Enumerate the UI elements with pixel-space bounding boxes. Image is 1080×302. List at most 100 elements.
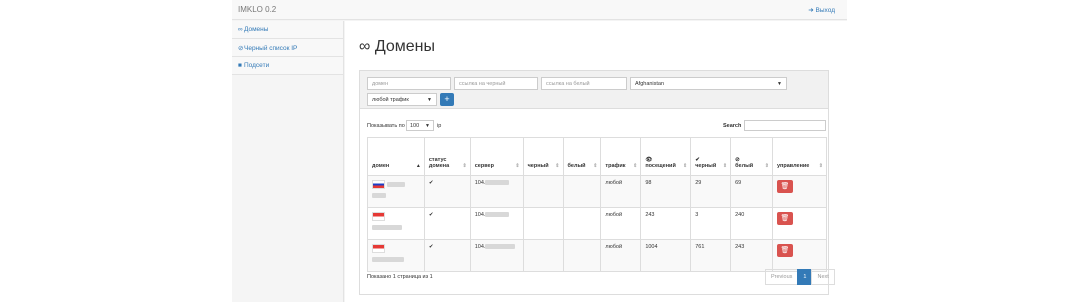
sidebar-item-label: Домены <box>244 26 269 33</box>
server-prefix: 104. <box>474 244 486 250</box>
col-black-count[interactable]: ✔ черный ⇕ <box>690 137 732 176</box>
filter-bar: домен ссылка на черный ссылка на белый A… <box>360 71 828 109</box>
delete-button[interactable]: 🗑 <box>777 180 793 193</box>
visits-cell: 98 <box>640 175 692 208</box>
col-domain[interactable]: домен ▲ <box>367 137 425 176</box>
col-status[interactable]: статус домена ⇕ <box>423 137 471 176</box>
table-header-row: домен ▲ статус домена ⇕ сервер ⇕ черный ⇕ бе… <box>367 137 827 176</box>
country-value: Afghanistan <box>635 81 665 87</box>
server-prefix: 104. <box>474 180 486 186</box>
flag-id-icon <box>372 244 385 253</box>
sort-icon: ⇕ <box>633 163 638 169</box>
white-url-cell <box>562 239 602 272</box>
page-size-suffix: ip <box>437 123 442 129</box>
visits-cell: 1004 <box>640 239 692 272</box>
sort-icon: ⇕ <box>722 163 728 169</box>
table-row[interactable]: ✔ 104. любой 1004 761 243 🗑 <box>367 239 827 272</box>
logout-label: Выход <box>815 7 835 14</box>
app-title[interactable]: IMKLO 0.2 <box>238 5 276 14</box>
sidebar-item-blacklist[interactable]: ⊘Черный список IP <box>232 39 343 57</box>
page-1-button[interactable]: 1 <box>797 269 813 285</box>
trash-icon: 🗑 <box>780 247 790 254</box>
chevron-down-icon: ▼ <box>427 97 432 103</box>
country-select[interactable]: Afghanistan ▼ <box>630 77 787 90</box>
col-label: домен <box>372 163 390 169</box>
redacted-text <box>372 257 404 262</box>
white-url-input[interactable]: ссылка на белый <box>541 77 627 90</box>
traffic-cell: любой <box>600 207 642 240</box>
traffic-cell: любой <box>600 175 642 208</box>
logout-link[interactable]: ➜ Выход <box>808 6 835 14</box>
black-count-cell: 761 <box>690 239 732 272</box>
table-row[interactable]: ✔ 104. любой 243 3 240 🗑 <box>367 207 827 240</box>
page-size-select[interactable]: 100 ▼ <box>406 120 434 131</box>
server-cell: 104. <box>469 207 524 240</box>
sidebar-item-domains[interactable]: ∞Домены <box>232 21 343 39</box>
white-url-cell <box>562 175 602 208</box>
search-input[interactable] <box>744 120 826 131</box>
visits-cell: 243 <box>640 207 692 240</box>
status-cell: ✔ <box>423 207 471 240</box>
actions-cell: 🗑 <box>772 239 827 272</box>
col-white-url[interactable]: белый ⇕ <box>562 137 602 176</box>
page-size-value: 100 <box>410 123 420 129</box>
sort-icon: ⇕ <box>593 163 598 169</box>
previous-button[interactable]: Previous <box>765 269 799 285</box>
domain-cell[interactable] <box>367 175 425 208</box>
domains-table: домен ▲ статус домена ⇕ сервер ⇕ черный ⇕ бе… <box>367 137 827 272</box>
trash-icon: 🗑 <box>780 215 790 222</box>
black-url-cell <box>522 239 564 272</box>
col-label: управление <box>777 163 810 169</box>
col-label: белый <box>567 163 586 169</box>
redacted-text <box>485 212 510 218</box>
sort-icon: ⇕ <box>764 163 769 169</box>
table-row[interactable]: ✔ 104. любой 98 29 69 🗑 <box>367 175 827 208</box>
black-url-input[interactable]: ссылка на черный <box>454 77 538 90</box>
traffic-cell: любой <box>600 239 642 272</box>
sort-icon: ⇕ <box>555 163 560 169</box>
redacted-text <box>386 182 405 187</box>
traffic-value: любой трафик <box>372 97 409 103</box>
sort-icon: ⇕ <box>818 163 823 169</box>
next-button[interactable]: Next <box>811 269 835 285</box>
page-size-prefix: Показывать по <box>367 123 405 129</box>
col-black-url[interactable]: черный ⇕ <box>522 137 564 176</box>
traffic-select[interactable]: любой трафик ▼ <box>367 93 437 106</box>
status-cell: ✔ <box>423 239 471 272</box>
col-actions[interactable]: управление ⇕ <box>772 137 827 176</box>
delete-button[interactable]: 🗑 <box>777 212 793 225</box>
domain-cell[interactable] <box>367 239 425 272</box>
col-label: статус домена <box>428 157 450 169</box>
top-navbar: IMKLO 0.2 ➜ Выход <box>232 0 847 20</box>
sort-icon: ⇕ <box>683 163 688 169</box>
domain-input[interactable]: домен <box>367 77 451 90</box>
sidebar-item-subnets[interactable]: ■ Подсети <box>232 57 343 75</box>
white-count-cell: 240 <box>730 207 773 240</box>
flag-ru-icon <box>372 180 385 189</box>
col-traffic[interactable]: трафик ⇕ <box>600 137 642 176</box>
col-server[interactable]: сервер ⇕ <box>469 137 524 176</box>
sidebar: ∞Домены ⊘Черный список IP ■ Подсети <box>232 21 344 302</box>
add-domain-button[interactable]: + <box>440 93 454 106</box>
status-cell: ✔ <box>423 175 471 208</box>
black-count-cell: 3 <box>690 207 732 240</box>
col-label: белый <box>735 163 754 169</box>
col-label: посещений <box>645 163 676 169</box>
server-cell: 104. <box>469 175 524 208</box>
trash-icon: 🗑 <box>780 183 790 190</box>
domain-cell[interactable] <box>367 207 425 240</box>
search-label: Search <box>723 123 742 129</box>
redacted-text <box>372 225 402 230</box>
sort-icon: ⇕ <box>515 163 520 169</box>
chevron-down-icon: ▼ <box>777 81 782 87</box>
sort-asc-icon: ▲ <box>415 163 421 169</box>
col-white-count[interactable]: ⊘ белый ⇕ <box>730 137 773 176</box>
white-count-cell: 243 <box>730 239 773 272</box>
black-url-cell <box>522 207 564 240</box>
black-count-cell: 29 <box>690 175 732 208</box>
col-visits[interactable]: 👁 посещений ⇕ <box>640 137 692 176</box>
delete-button[interactable]: 🗑 <box>777 244 793 257</box>
actions-cell: 🗑 <box>772 207 827 240</box>
link-icon: ∞ <box>359 38 375 55</box>
sidebar-item-label: Подсети <box>244 62 270 69</box>
